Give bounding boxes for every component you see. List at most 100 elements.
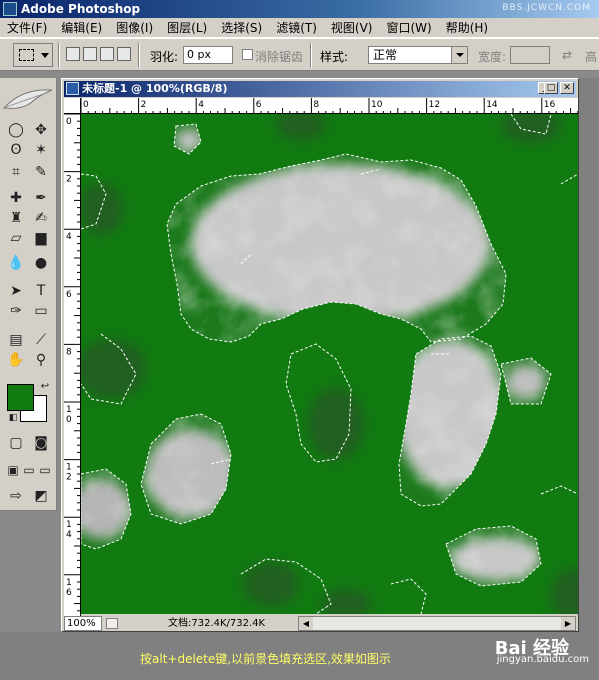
menu-select[interactable]: 选择(S) (214, 19, 269, 36)
chevron-down-icon (41, 53, 49, 58)
zoom-icon[interactable]: ⚲ (30, 350, 52, 370)
style-label: 样式: (320, 50, 349, 64)
cloud-selection-artwork (81, 114, 578, 614)
feather-icon (2, 89, 53, 109)
ellipse-marquee-icon[interactable]: ◯ (5, 120, 27, 140)
gradient-icon[interactable]: ▆ (30, 228, 52, 248)
swap-icon[interactable]: ⇄ (562, 48, 572, 62)
ruler-h-label: 4 (198, 100, 204, 110)
app-title: Adobe Photoshop (21, 2, 141, 16)
ruler-v-label: 0 (66, 415, 72, 425)
document-window: 未标题-1 @ 100%(RGB/8) _ □ ✕ 0246810121416 … (61, 78, 579, 632)
menu-filter[interactable]: 滤镜(T) (269, 19, 324, 36)
path-select-icon[interactable]: ➤ (5, 281, 27, 301)
photoshop-icon (3, 2, 17, 16)
style-select[interactable]: 正常 (368, 46, 468, 64)
intersect-selection-icon[interactable] (117, 47, 131, 61)
document-title: 未标题-1 @ 100%(RGB/8) (82, 82, 228, 95)
width-label: 宽度: (478, 50, 507, 64)
style-select-value: 正常 (373, 48, 398, 62)
standard-mode-icon[interactable]: ▢ (5, 433, 27, 453)
horizontal-scrollbar[interactable]: ◀ ▶ (298, 616, 576, 631)
menu-image[interactable]: 图像(I) (109, 19, 160, 36)
menu-window[interactable]: 窗口(W) (379, 19, 438, 36)
ruler-h-label: 10 (371, 100, 383, 110)
separator (138, 43, 140, 67)
document-titlebar: 未标题-1 @ 100%(RGB/8) (64, 81, 576, 97)
status-info-icon[interactable] (106, 618, 118, 629)
move-tool-icon[interactable]: ✥ (30, 120, 52, 140)
ruler-v-label: 4 (66, 232, 72, 242)
options-bar: 羽化: 0 px 消除锯齿 样式: 正常 宽度: ⇄ 高 (0, 38, 599, 71)
subtract-selection-icon[interactable] (100, 47, 114, 61)
chevron-down-icon (451, 47, 467, 63)
ruler-h-label: 8 (313, 100, 319, 110)
vertical-ruler-ticks: 0246810121416 (64, 114, 80, 612)
blur-icon[interactable]: 💧 (5, 253, 27, 273)
healing-brush-icon[interactable]: ✚ (5, 188, 27, 208)
crop-icon[interactable]: ⌗ (5, 162, 27, 182)
vertical-ruler: 0246810121416 (64, 114, 81, 616)
foreground-color-swatch[interactable] (7, 384, 34, 411)
ruler-v-label: 2 (66, 175, 72, 185)
close-icon[interactable]: ✕ (560, 82, 574, 94)
ruler-corner (64, 98, 81, 114)
default-colors-icon[interactable]: ◧ (2, 408, 24, 428)
shape-icon[interactable]: ▭ (30, 301, 52, 321)
width-input[interactable] (510, 46, 550, 64)
photoshop-doc-icon (66, 82, 79, 95)
ruler-v-label: 1 (66, 463, 72, 473)
ruler-v-label: 2 (66, 473, 72, 483)
caption-text: 按alt+delete键,以前景色填充选区,效果如图示 (140, 652, 391, 666)
jump-to-imageready-icon[interactable]: ⇨ (5, 486, 27, 506)
ruler-v-label: 1 (66, 405, 72, 415)
image-canvas[interactable] (81, 114, 578, 614)
rect-marquee-icon (19, 49, 34, 61)
pen-icon[interactable]: ✑ (5, 301, 27, 321)
imageready-icon[interactable]: ◩ (30, 486, 52, 506)
ruler-v-label: 6 (66, 290, 72, 300)
feather-input[interactable]: 0 px (183, 46, 233, 64)
status-bar: 100% 文档:732.4K/732.4K ◀ ▶ (64, 616, 576, 631)
menu-layer[interactable]: 图层(L) (160, 19, 214, 36)
watermark-text: BBS.JCWCN.COM (502, 3, 591, 13)
slice-icon[interactable]: ✎ (30, 162, 52, 182)
eraser-icon[interactable]: ▱ (5, 228, 27, 248)
ruler-v-label: 4 (66, 530, 72, 540)
horizontal-ruler-ticks: 0 2 4 6 8 10 12 14 16 (81, 98, 578, 113)
ruler-h-label: 6 (256, 100, 262, 110)
ruler-h-label: 12 (429, 100, 440, 110)
toolbox: ◯ ✥ ʘ ✶ ⌗ ✎ ✚ ✒ ♜ ✍ ▱ ▆ 💧 ● ➤ T ✑ ▭ ▤ ⟋ … (0, 78, 57, 511)
ruler-v-label: 0 (66, 117, 72, 127)
maximize-icon[interactable]: □ (544, 82, 558, 94)
menu-help[interactable]: 帮助(H) (439, 19, 495, 36)
lasso-icon[interactable]: ʘ (5, 140, 27, 160)
menu-edit[interactable]: 编辑(E) (54, 19, 109, 36)
brush-icon[interactable]: ✒ (30, 188, 52, 208)
eyedropper-icon[interactable]: ⟋ (30, 330, 52, 350)
menu-view[interactable]: 视图(V) (324, 19, 380, 36)
clone-stamp-icon[interactable]: ♜ (5, 208, 27, 228)
ruler-v-label: 6 (66, 588, 72, 598)
antialias-checkbox[interactable] (242, 49, 253, 60)
scroll-right-icon[interactable]: ▶ (561, 617, 575, 630)
menu-file[interactable]: 文件(F) (0, 19, 54, 36)
zoom-level-field[interactable]: 100% (64, 616, 102, 631)
ruler-v-label: 1 (66, 578, 72, 588)
hand-icon[interactable]: ✋ (5, 350, 27, 370)
magic-wand-icon[interactable]: ✶ (30, 140, 52, 160)
dodge-icon[interactable]: ● (30, 253, 52, 273)
add-selection-icon[interactable] (83, 47, 97, 61)
separator (58, 43, 60, 67)
swap-colors-icon[interactable]: ↩ (34, 376, 56, 396)
tool-preset-picker[interactable] (13, 43, 53, 67)
screen-mode-full-icon[interactable]: ▭ (34, 460, 56, 480)
scroll-left-icon[interactable]: ◀ (299, 617, 313, 630)
ruler-v-label: 1 (66, 520, 72, 530)
notes-icon[interactable]: ▤ (5, 330, 27, 350)
new-selection-icon[interactable] (66, 47, 80, 61)
history-brush-icon[interactable]: ✍ (30, 208, 52, 228)
quickmask-mode-icon[interactable]: ◙ (30, 433, 52, 453)
height-label: 高 (585, 50, 598, 64)
type-tool-icon[interactable]: T (30, 281, 52, 301)
